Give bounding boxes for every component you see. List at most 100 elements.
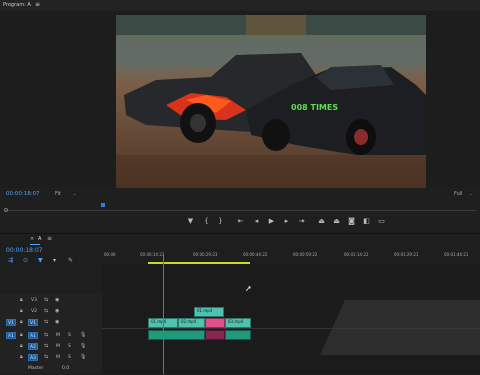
- clip-label: 02.mp4: [181, 319, 197, 324]
- microphone-icon[interactable]: 🎙︎: [80, 332, 86, 338]
- program-monitor-title[interactable]: Program: A: [3, 3, 31, 8]
- go-to-out-icon[interactable]: ⇥: [298, 218, 305, 225]
- play-icon[interactable]: ▶: [268, 218, 275, 225]
- clip-v1-03[interactable]: 03.mp4: [225, 318, 251, 328]
- sync-icon[interactable]: ⇆: [44, 332, 48, 338]
- track-name: V2: [31, 309, 37, 314]
- panel-menu-icon[interactable]: ≡: [35, 2, 40, 8]
- source-patch-a1[interactable]: A1: [6, 332, 16, 339]
- track-a1: A1 🔒︎ A1 ⇆ M S 🎙︎: [0, 330, 102, 341]
- sync-icon[interactable]: ⇆: [44, 343, 48, 349]
- track-name: V3: [31, 298, 37, 303]
- snap-icon[interactable]: ⇶: [8, 258, 13, 264]
- marker-icon[interactable]: ▼: [187, 218, 194, 225]
- source-patch-v1[interactable]: V1: [6, 319, 16, 326]
- ruler-label: 00:00:59:22: [293, 252, 318, 257]
- timeline-playhead[interactable]: [163, 255, 164, 374]
- step-back-icon[interactable]: ◂: [253, 218, 260, 225]
- resolution-select[interactable]: Full: [454, 192, 463, 197]
- clip-label: 01.mp4: [197, 308, 213, 313]
- audio-clip-a1[interactable]: [148, 330, 205, 340]
- scrubber-start-handle[interactable]: [4, 208, 8, 212]
- eye-icon[interactable]: ◉: [55, 297, 59, 303]
- track-target-a1[interactable]: A1: [28, 332, 38, 339]
- ruler-label: 00:00: [104, 252, 116, 257]
- track-master: Master 0.0: [0, 363, 102, 374]
- lift-icon[interactable]: ⏏: [318, 218, 325, 225]
- ruler-label: 00:01:29:21: [394, 252, 419, 257]
- sync-icon[interactable]: ⇆: [44, 308, 48, 314]
- clip-v1-01b[interactable]: 02.mp4: [178, 318, 205, 328]
- ruler-label: 00:01:44:21: [444, 252, 469, 257]
- timeline-timecode[interactable]: 00:00:18:07: [6, 248, 43, 254]
- sync-icon[interactable]: ⇆: [44, 319, 48, 325]
- track-headers: 🔒︎ V3 ⇆ ◉ 🔒︎ V2 ⇆ ◉ V1 🔒︎ V1 ⇆ ◉ A1 🔒︎ A…: [0, 293, 102, 374]
- safe-margins-icon[interactable]: ▭: [378, 218, 385, 225]
- program-monitor-header: Program: A ≡: [0, 0, 480, 11]
- active-tab-indicator: [30, 244, 40, 245]
- panel-menu-icon[interactable]: ≡: [47, 236, 52, 242]
- solo-button[interactable]: S: [68, 355, 71, 360]
- in-point-icon[interactable]: {: [203, 218, 210, 225]
- monitor-scrubber[interactable]: [4, 210, 476, 211]
- lock-icon[interactable]: 🔒︎: [20, 354, 23, 360]
- eye-icon[interactable]: ◉: [55, 308, 59, 314]
- sync-icon[interactable]: ⇆: [44, 354, 48, 360]
- program-monitor-video: 008 TIMES: [116, 15, 426, 188]
- clip-label: 03.mp4: [228, 319, 244, 324]
- microphone-icon[interactable]: 🎙︎: [80, 354, 86, 360]
- lock-icon[interactable]: 🔒︎: [20, 319, 23, 325]
- wrench-icon[interactable]: ✎: [68, 258, 73, 264]
- go-to-in-icon[interactable]: ⇤: [237, 218, 244, 225]
- clip-label: 01.mp4: [151, 319, 167, 324]
- ruler-label: 00:00:14:23: [140, 252, 165, 257]
- track-target-a2[interactable]: A2: [28, 343, 38, 350]
- microphone-icon[interactable]: 🎙︎: [80, 343, 86, 349]
- camera-icon[interactable]: ◙: [348, 218, 355, 225]
- audio-clip-a1-end[interactable]: [225, 330, 251, 340]
- step-forward-icon[interactable]: ▸: [283, 218, 290, 225]
- marker-icon[interactable]: ▾: [53, 258, 56, 264]
- ruler-label: 00:00:44:22: [243, 252, 268, 257]
- track-a2: 🔒︎ A2 ⇆ M S 🎙︎: [0, 341, 102, 352]
- chevron-down-icon[interactable]: ⌄: [469, 192, 472, 196]
- linked-selection-icon[interactable]: ⊙: [23, 258, 28, 264]
- sequence-tab-close-icon[interactable]: ×: [30, 237, 34, 242]
- chevron-down-icon[interactable]: ⌄: [73, 192, 76, 196]
- program-timecode[interactable]: 00:00:18:07: [6, 191, 40, 198]
- lock-icon[interactable]: 🔒︎: [20, 343, 23, 349]
- timeline-ruler[interactable]: 00:00 00:00:14:23 00:00:29:23 00:00:44:2…: [102, 250, 480, 265]
- mute-button[interactable]: M: [56, 355, 60, 360]
- monitor-controls: 00:00:18:07 Fit ⌄ Full ⌄: [0, 188, 480, 232]
- svg-text:008 TIMES: 008 TIMES: [291, 103, 338, 112]
- ruler-label: 00:00:29:23: [193, 252, 218, 257]
- sync-icon[interactable]: ⇆: [44, 297, 48, 303]
- overlay-graphic: [320, 300, 480, 355]
- track-a3: 🔒︎ A3 ⇆ M S 🎙︎: [0, 352, 102, 363]
- extract-icon[interactable]: ⏏: [333, 218, 340, 225]
- sequence-tab[interactable]: A: [38, 237, 41, 242]
- audio-clip-a1-pink[interactable]: [205, 330, 225, 340]
- monitor-playhead[interactable]: [101, 203, 106, 207]
- master-label: Master: [28, 366, 44, 371]
- add-marker-icon[interactable]: ▼: [38, 258, 43, 264]
- clip-v1-pink[interactable]: [205, 318, 225, 328]
- clip-v2[interactable]: 01.mp4: [194, 307, 224, 317]
- timeline-header: × A ≡ 00:00:18:07 ⇶ ⊙ ▼ ▾ ✎: [0, 234, 102, 294]
- track-target-a3[interactable]: A3: [28, 354, 38, 361]
- mute-button[interactable]: M: [56, 344, 60, 349]
- master-volume[interactable]: 0.0: [62, 366, 69, 371]
- mute-button[interactable]: M: [56, 333, 60, 338]
- eye-icon[interactable]: ◉: [55, 319, 59, 325]
- solo-button[interactable]: S: [68, 333, 71, 338]
- lock-icon[interactable]: 🔒︎: [20, 297, 23, 303]
- lock-icon[interactable]: 🔒︎: [20, 308, 23, 314]
- ruler-label: 00:01:14:22: [344, 252, 369, 257]
- solo-button[interactable]: S: [68, 344, 71, 349]
- track-v2: 🔒︎ V2 ⇆ ◉: [0, 306, 102, 317]
- out-point-icon[interactable]: }: [217, 218, 224, 225]
- lock-icon[interactable]: 🔒︎: [20, 332, 23, 338]
- compare-icon[interactable]: ◧: [363, 218, 370, 225]
- track-target-v1[interactable]: V1: [28, 319, 38, 326]
- zoom-select[interactable]: Fit: [55, 192, 61, 197]
